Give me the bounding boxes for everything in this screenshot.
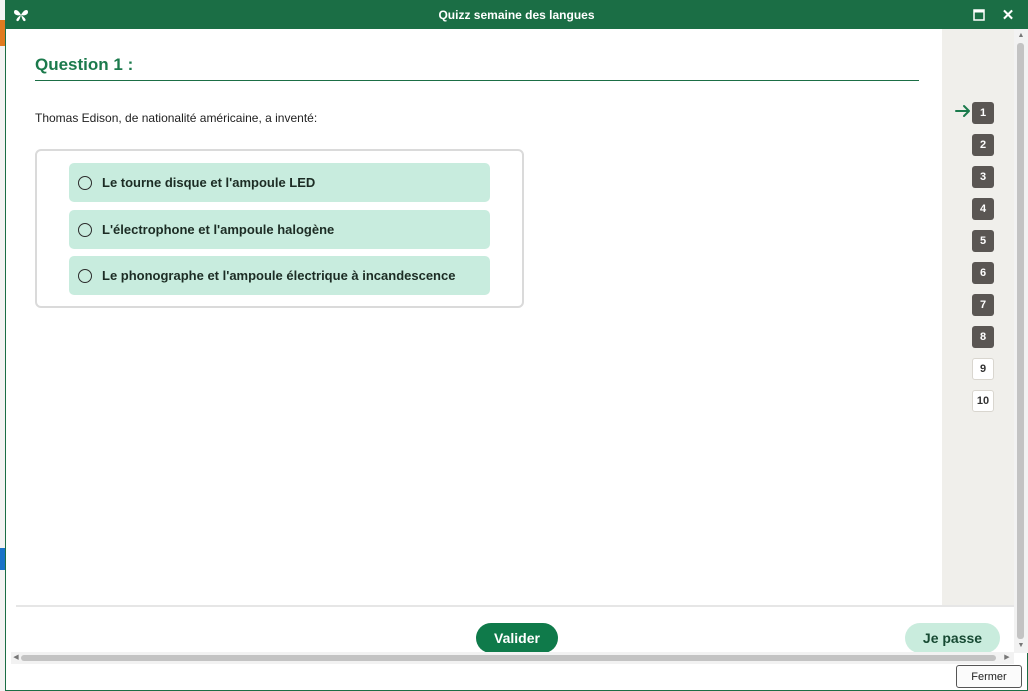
scroll-down-icon[interactable]: ▼	[1016, 641, 1026, 651]
answer-label: Le tourne disque et l'ampoule LED	[102, 175, 316, 190]
scrollbar-thumb[interactable]	[21, 655, 996, 661]
question-text: Thomas Edison, de nationalité américaine…	[35, 111, 318, 125]
maximize-icon[interactable]	[970, 6, 988, 24]
question-nav-9[interactable]: 9	[972, 358, 994, 380]
question-nav-2[interactable]: 2	[972, 134, 994, 156]
answer-option-1[interactable]: Le tourne disque et l'ampoule LED	[69, 163, 490, 202]
heading-divider	[35, 80, 919, 81]
window-titlebar[interactable]: Quizz semaine des langues ✕	[6, 1, 1027, 29]
radio-button[interactable]	[78, 222, 92, 237]
validate-button[interactable]: Valider	[476, 623, 558, 653]
question-nav-5[interactable]: 5	[972, 230, 994, 252]
answer-label: L'électrophone et l'ampoule halogène	[102, 222, 335, 237]
skip-button[interactable]: Je passe	[905, 623, 1000, 653]
scrollbar-thumb[interactable]	[1017, 43, 1024, 639]
question-navigation: 1 2 3 4 5 6 7 8 9 10	[942, 29, 1014, 606]
close-button[interactable]: Fermer	[956, 665, 1022, 688]
horizontal-scrollbar[interactable]: ◀ ▶	[11, 652, 1014, 664]
answer-list: Le tourne disque et l'ampoule LED L'élec…	[35, 149, 524, 308]
scroll-left-icon[interactable]: ◀	[11, 653, 21, 663]
close-icon[interactable]: ✕	[999, 6, 1017, 24]
question-nav-1[interactable]: 1	[972, 102, 994, 124]
question-nav-8[interactable]: 8	[972, 326, 994, 348]
question-nav-4[interactable]: 4	[972, 198, 994, 220]
window-title: Quizz semaine des langues	[438, 8, 595, 22]
answer-option-3[interactable]: Le phonographe et l'ampoule électrique à…	[69, 256, 490, 295]
question-nav-3[interactable]: 3	[972, 166, 994, 188]
radio-button[interactable]	[78, 175, 92, 190]
quiz-window: Quizz semaine des langues ✕ Question 1 :…	[5, 0, 1028, 691]
scroll-up-icon[interactable]: ▲	[1016, 31, 1026, 41]
question-nav-6[interactable]: 6	[972, 262, 994, 284]
footer-divider	[16, 605, 1014, 607]
question-nav-10[interactable]: 10	[972, 390, 994, 412]
vertical-scrollbar[interactable]: ▲ ▼	[1014, 29, 1028, 653]
answer-option-2[interactable]: L'électrophone et l'ampoule halogène	[69, 210, 490, 249]
radio-button[interactable]	[78, 268, 92, 283]
question-heading: Question 1 :	[35, 55, 134, 74]
question-panel: Question 1 : Thomas Edison, de nationali…	[6, 29, 942, 606]
scroll-right-icon[interactable]: ▶	[1002, 653, 1012, 663]
answer-label: Le phonographe et l'ampoule électrique à…	[102, 268, 456, 283]
question-nav-7[interactable]: 7	[972, 294, 994, 316]
arrow-right-icon	[955, 104, 971, 118]
